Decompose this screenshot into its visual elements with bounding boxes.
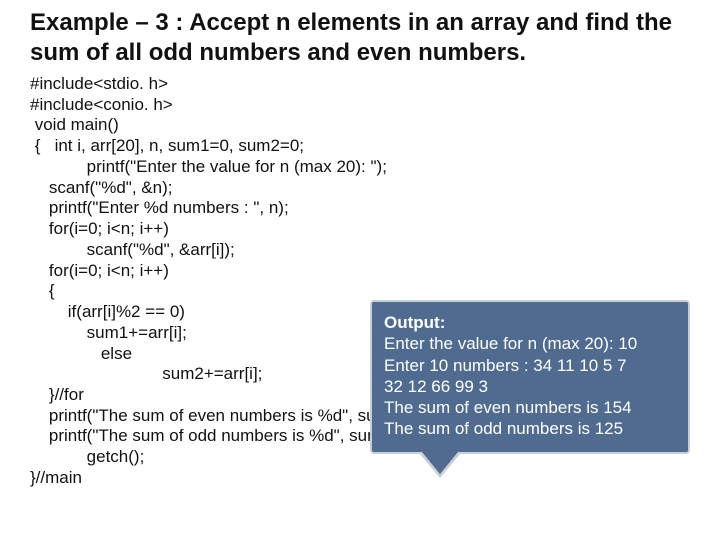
code-line: printf("The sum of odd numbers is %d", s…: [30, 426, 401, 445]
code-line: {: [30, 281, 55, 300]
code-line: #include<stdio. h>: [30, 74, 168, 93]
callout-tail: [422, 452, 458, 474]
code-line: void main(): [30, 115, 119, 134]
output-line: Enter 10 numbers : 34 11 10 5 7: [384, 355, 676, 376]
code-line: if(arr[i]%2 == 0): [30, 302, 185, 321]
output-label: Output:: [384, 313, 445, 332]
code-line: for(i=0; i<n; i++): [30, 219, 169, 238]
code-line: }//main: [30, 468, 82, 487]
output-line: The sum of odd numbers is 125: [384, 418, 676, 439]
output-line: The sum of even numbers is 154: [384, 397, 676, 418]
code-line: #include<conio. h>: [30, 95, 173, 114]
code-line: printf("Enter the value for n (max 20): …: [30, 157, 387, 176]
code-line: printf("The sum of even numbers is %d", …: [30, 406, 410, 425]
output-line: Enter the value for n (max 20): 10: [384, 333, 676, 354]
slide: Example – 3 : Accept n elements in an ar…: [0, 0, 720, 540]
output-callout: Output: Enter the value for n (max 20): …: [370, 300, 690, 454]
code-line: printf("Enter %d numbers : ", n);: [30, 198, 289, 217]
code-line: scanf("%d", &n);: [30, 178, 172, 197]
code-line: }//for: [30, 385, 84, 404]
code-line: { int i, arr[20], n, sum1=0, sum2=0;: [30, 136, 304, 155]
code-line: scanf("%d", &arr[i]);: [30, 240, 235, 259]
output-line: 32 12 66 99 3: [384, 376, 676, 397]
code-line: sum2+=arr[i];: [30, 364, 262, 383]
code-line: getch();: [30, 447, 144, 466]
code-line: else: [30, 344, 132, 363]
slide-title: Example – 3 : Accept n elements in an ar…: [30, 8, 690, 68]
code-line: sum1+=arr[i];: [30, 323, 187, 342]
code-line: for(i=0; i<n; i++): [30, 261, 169, 280]
